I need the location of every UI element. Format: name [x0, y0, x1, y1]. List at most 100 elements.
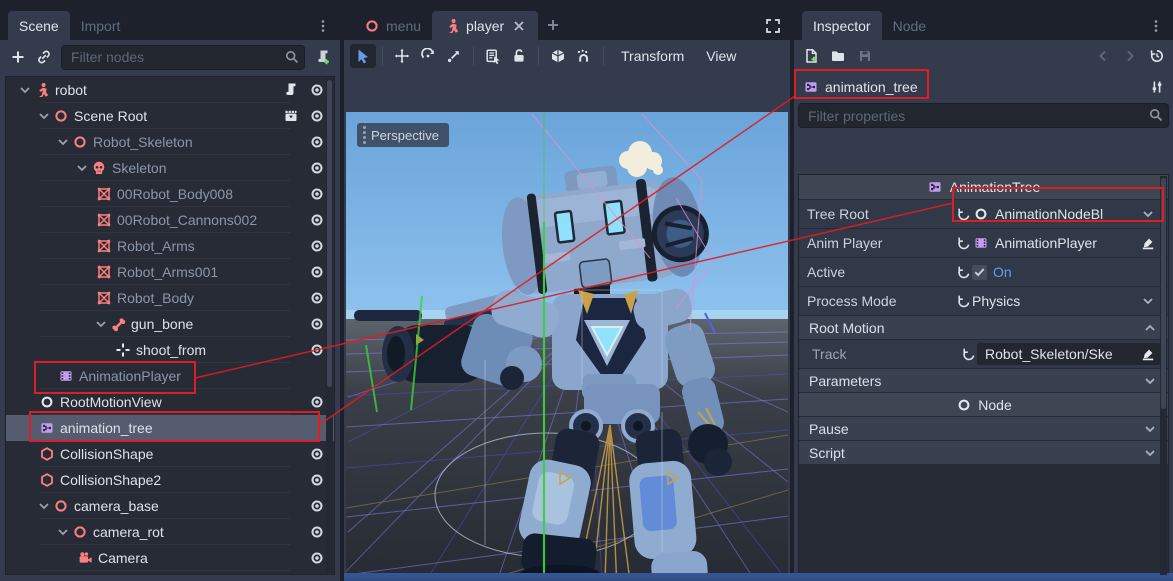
checkbox-icon[interactable]: [972, 265, 987, 280]
view-menu[interactable]: View: [695, 48, 747, 64]
move-tool-button[interactable]: [389, 44, 415, 68]
eye-icon[interactable]: [308, 316, 326, 332]
eye-icon[interactable]: [308, 82, 326, 98]
tree-node-AnimationPlayer[interactable]: AnimationPlayer: [6, 363, 334, 389]
eye-icon[interactable]: [308, 472, 326, 488]
chevron-down-icon[interactable]: [1141, 373, 1158, 389]
section-Parameters[interactable]: Parameters: [799, 369, 1168, 393]
extra-tools-icon[interactable]: [1148, 79, 1165, 95]
3d-viewport[interactable]: Perspective: [346, 112, 788, 573]
tab-node[interactable]: Node: [882, 11, 937, 40]
tree-node-00Robot_Body008[interactable]: 00Robot_Body008: [6, 181, 334, 207]
revert-value-icon[interactable]: [955, 235, 972, 251]
tab-import[interactable]: Import: [70, 11, 132, 40]
tree-node-shoot_from[interactable]: shoot_from: [6, 337, 334, 363]
tree-node-Robot_Skeleton[interactable]: Robot_Skeleton: [6, 129, 334, 155]
property-value-area[interactable]: AnimationNodeBl: [972, 206, 1136, 222]
dock-menu-dots-icon[interactable]: [1147, 18, 1164, 34]
property-value-area[interactable]: Physics: [972, 293, 1136, 309]
save-resource-button[interactable]: [856, 48, 873, 64]
assign-icon[interactable]: [1140, 235, 1157, 251]
eye-icon[interactable]: [308, 264, 326, 280]
tab-scene[interactable]: Scene: [8, 11, 70, 40]
property-value-area[interactable]: AnimationPlayer: [972, 235, 1136, 251]
new-resource-button[interactable]: [802, 48, 819, 64]
section-Root Motion[interactable]: Root Motion: [799, 316, 1168, 340]
eye-icon[interactable]: [308, 238, 326, 254]
chevron-up-icon[interactable]: [1141, 320, 1158, 336]
list-select-tool-button[interactable]: [480, 44, 506, 68]
expand-viewport-icon[interactable]: [764, 18, 781, 34]
section-Pause[interactable]: Pause: [799, 417, 1168, 441]
eye-icon[interactable]: [308, 342, 326, 358]
tree-node-Robot_Body[interactable]: Robot_Body: [6, 285, 334, 311]
scene-tab-player[interactable]: player: [432, 11, 538, 40]
chevron-down-icon[interactable]: [1140, 293, 1157, 309]
snap-toggle-button[interactable]: [571, 44, 597, 68]
eye-icon[interactable]: [308, 160, 326, 176]
history-back-icon[interactable]: [1094, 48, 1111, 64]
eye-icon[interactable]: [308, 186, 326, 202]
property-value-field[interactable]: Robot_Skeleton/Ske: [977, 343, 1160, 365]
tab-inspector[interactable]: Inspector: [802, 11, 882, 40]
object-history-icon[interactable]: [1148, 48, 1165, 64]
tree-node-Scene Root[interactable]: Scene Root: [6, 103, 334, 129]
select-tool-button[interactable]: [350, 44, 376, 68]
perspective-button[interactable]: Perspective: [357, 123, 449, 147]
scale-tool-button[interactable]: [441, 44, 467, 68]
eye-icon[interactable]: [308, 212, 326, 228]
eye-icon[interactable]: [308, 498, 326, 514]
dock-menu-dots-icon[interactable]: [314, 18, 331, 34]
expand-arrow-icon[interactable]: [73, 160, 90, 176]
tree-node-robot[interactable]: robot: [6, 77, 334, 103]
eye-icon[interactable]: [308, 446, 326, 462]
assign-icon[interactable]: [1139, 346, 1156, 362]
tree-node-Robot_Arms001[interactable]: Robot_Arms001: [6, 259, 334, 285]
group-button[interactable]: [545, 44, 571, 68]
inspector-scrollbar[interactable]: [1160, 176, 1167, 575]
expand-arrow-icon[interactable]: [92, 316, 109, 332]
tree-scrollbar[interactable]: [326, 78, 333, 573]
eye-icon[interactable]: [308, 524, 326, 540]
tree-node-animation_tree[interactable]: animation_tree: [6, 415, 334, 441]
eye-icon[interactable]: [308, 108, 326, 124]
tree-node-RootMotionView[interactable]: RootMotionView: [6, 389, 334, 415]
filter-nodes-input[interactable]: [61, 45, 305, 70]
tree-node-CollisionShape[interactable]: CollisionShape: [6, 441, 334, 467]
eye-icon[interactable]: [308, 394, 326, 410]
scene-tab-menu[interactable]: menu: [352, 11, 432, 40]
property-value-area[interactable]: On: [972, 264, 1136, 280]
tree-node-Robot_Arms[interactable]: Robot_Arms: [6, 233, 334, 259]
expand-arrow-icon[interactable]: [16, 82, 33, 98]
revert-value-icon[interactable]: [955, 206, 972, 222]
transform-menu[interactable]: Transform: [610, 48, 695, 64]
instance-scene-button[interactable]: [35, 49, 52, 65]
tree-node-CollisionShape2[interactable]: CollisionShape2: [6, 467, 334, 493]
unlock-button[interactable]: [506, 44, 532, 68]
tree-node-camera_base[interactable]: camera_base: [6, 493, 334, 519]
tree-node-Camera[interactable]: Camera: [6, 545, 334, 571]
load-resource-button[interactable]: [829, 48, 846, 64]
revert-value-icon[interactable]: [955, 264, 972, 280]
section-Script[interactable]: Script: [799, 441, 1168, 465]
chevron-down-icon[interactable]: [1141, 445, 1158, 461]
eye-icon[interactable]: [308, 550, 326, 566]
eye-icon[interactable]: [308, 290, 326, 306]
history-forward-icon[interactable]: [1121, 48, 1138, 64]
new-scene-tab-button[interactable]: [544, 17, 561, 33]
expand-arrow-icon[interactable]: [54, 524, 71, 540]
add-node-button[interactable]: [9, 49, 26, 65]
chevron-down-icon[interactable]: [1140, 206, 1157, 222]
close-tab-icon[interactable]: [510, 18, 527, 34]
tree-node-Skeleton[interactable]: Skeleton: [6, 155, 334, 181]
expand-arrow-icon[interactable]: [35, 498, 52, 514]
chevron-down-icon[interactable]: [1141, 421, 1158, 437]
expand-arrow-icon[interactable]: [35, 108, 52, 124]
tree-node-gun_bone[interactable]: gun_bone: [6, 311, 334, 337]
tree-node-camera_rot[interactable]: camera_rot: [6, 519, 334, 545]
revert-value-icon[interactable]: [960, 346, 977, 362]
filter-properties-input[interactable]: [798, 103, 1169, 128]
rotate-tool-button[interactable]: [415, 44, 441, 68]
eye-icon[interactable]: [308, 134, 326, 150]
attach-script-button[interactable]: [314, 49, 331, 65]
